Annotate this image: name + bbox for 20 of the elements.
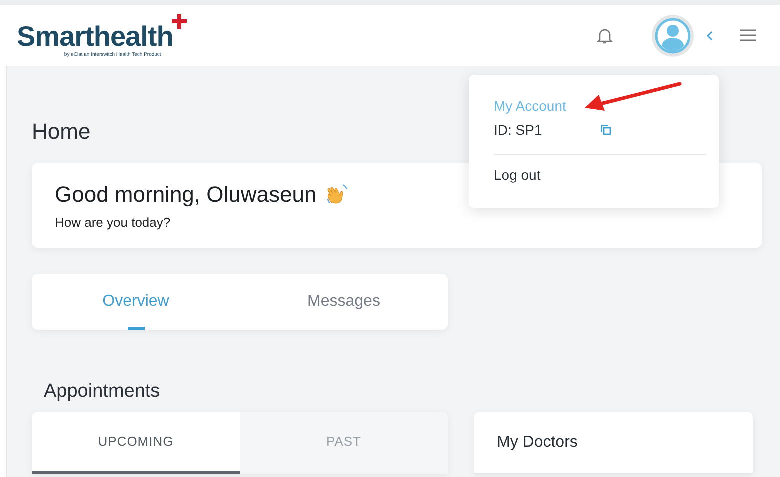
id-label: ID: SP1 (494, 122, 544, 138)
plus-icon (172, 14, 188, 28)
greeting-subtitle: How are you today? (55, 215, 172, 230)
avatar-icon[interactable] (655, 18, 691, 54)
chevron-left-icon[interactable] (706, 30, 714, 40)
menu-icon[interactable] (740, 29, 756, 42)
tab[interactable]: Messages (240, 274, 448, 330)
logo: Smarthealth (17, 20, 174, 52)
tab[interactable]: PAST (240, 412, 448, 474)
section-title: Appointments (44, 380, 162, 404)
copy-icon[interactable] (600, 124, 612, 136)
greeting-title: Good morning, Oluwaseun (55, 181, 317, 209)
bell-icon[interactable] (596, 26, 614, 44)
tab[interactable]: Overview (32, 274, 240, 330)
my-account-link[interactable]: My Account (494, 97, 566, 115)
card-title: My Doctors (497, 434, 578, 452)
tab[interactable]: UPCOMING (32, 412, 240, 474)
waving-hand-icon (324, 183, 349, 207)
page-title: Home (32, 118, 91, 146)
menu-item[interactable]: Log out (494, 167, 541, 183)
